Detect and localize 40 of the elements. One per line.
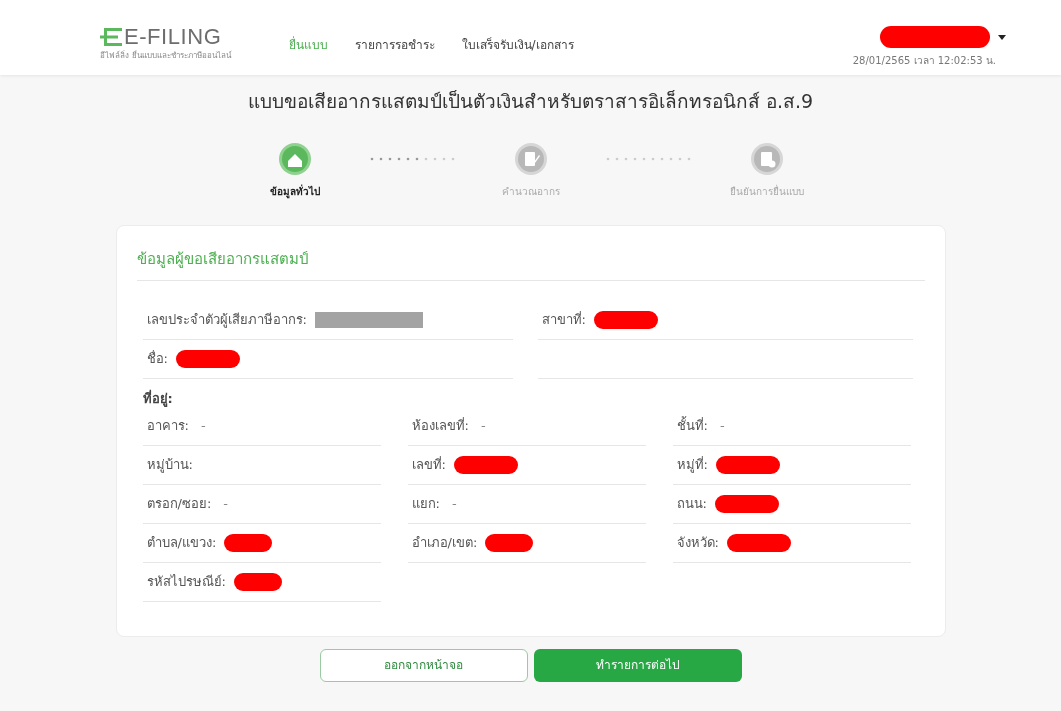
house-icon (277, 141, 312, 176)
field-label: แยก: (411, 494, 440, 513)
tagline: อีไฟล์ลิ่ง ยื่นแบบและชำระภาษีออนไลน์ (100, 50, 231, 62)
document-icon (749, 141, 784, 176)
field-label: อำเภอ/เขต: (411, 533, 478, 552)
field-label: ตรอก/ซอย: (146, 494, 212, 513)
step-label: คำนวณอากร (501, 184, 560, 199)
field-value: - (223, 494, 228, 513)
field-label: ถนน: (676, 494, 707, 513)
caret-icon[interactable] (998, 34, 1006, 40)
field-label: หมู่บ้าน: (146, 455, 193, 475)
field-label: อาคาร: (146, 416, 189, 435)
card-heading: ข้อมูลผู้ขอเสียอากรแสตมป์ (136, 247, 925, 281)
field-value: - (451, 494, 457, 513)
document-icon (513, 141, 548, 176)
field-label: จังหวัด: (676, 533, 719, 552)
date-time: 28/01/2565 เวลา 12:02:53 น. (852, 54, 996, 68)
field-label: เลขประจำตัวผู้เสียภาษีอากร: (146, 311, 307, 330)
section-label: ที่อยู่: (142, 389, 174, 409)
field-value: - (200, 416, 206, 435)
field-value: - (719, 416, 725, 435)
field-label: ตำบล/แขวง: (146, 533, 217, 552)
next-button[interactable]: ทำรายการต่อไป (533, 648, 742, 682)
field-label: ชื่อ: (146, 349, 168, 369)
field-label: หมู่ที่: (676, 455, 708, 475)
step-label: ยืนยันการยื่นแบบ (729, 183, 804, 199)
nav-link[interactable]: ยื่นแบบ (288, 36, 328, 54)
field-label: เลขที่: (411, 455, 446, 474)
field-label: รหัสไปรษณีย์: (146, 572, 226, 591)
field-value: - (480, 416, 486, 435)
nav-link[interactable]: ใบเสร็จรับเงิน/เอกสาร (461, 36, 574, 54)
field-label: ชั้นที่: (676, 415, 708, 435)
logo: E-FILING (124, 26, 222, 48)
field-label: สาขาที่: (541, 310, 586, 330)
step-label: ข้อมูลทั่วไป (269, 183, 320, 199)
page-title: แบบขอเสียอากรแสตมป์เป็นตัวเงินสำหรับตราสารอิเล็กทรอนิกส์ อ.ส.9 (246, 89, 815, 114)
logo-mark-icon (100, 27, 122, 47)
field-label: ห้องเลขที่: (411, 416, 469, 435)
nav-link[interactable]: รายการรอชำระ (354, 36, 435, 54)
exit-button[interactable]: ออกจากหน้าจอ (319, 648, 528, 682)
